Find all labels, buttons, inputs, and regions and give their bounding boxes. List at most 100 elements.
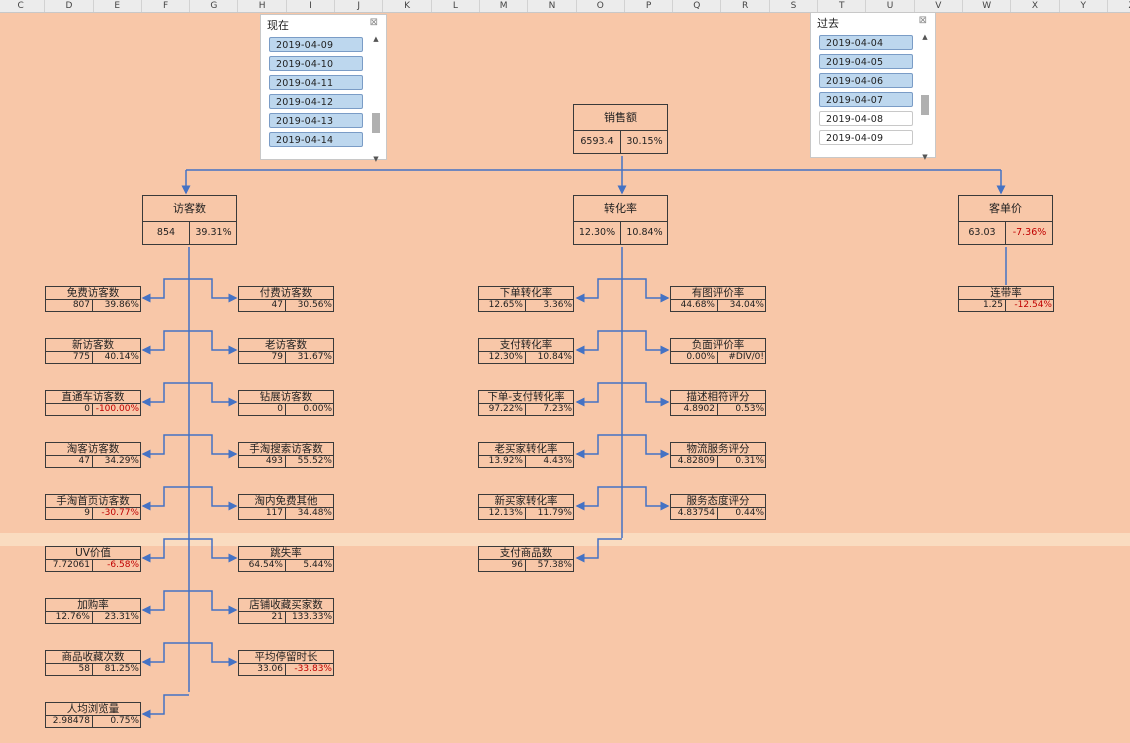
metric-value: 7.72061 [46, 560, 93, 571]
metric-box: 付费访客数 47 30.56% [238, 286, 334, 312]
slicer-now-item[interactable]: 2019-04-11 [269, 75, 363, 90]
metric-title: 服务态度评分 [671, 495, 765, 508]
metric-title: 有图评价率 [671, 287, 765, 300]
metric-box: 新访客数 775 40.14% [45, 338, 141, 364]
metric-box: 支付转化率 12.30% 10.84% [478, 338, 574, 364]
slicer-now-item[interactable]: 2019-04-09 [269, 37, 363, 52]
kpi-conversion: 转化率 12.30% 10.84% [573, 195, 668, 245]
scroll-thumb[interactable] [372, 113, 380, 133]
metric-change: 0.31% [735, 456, 764, 466]
slicer-now-scrollbar[interactable]: ▲ ▼ [370, 35, 382, 169]
metric-change: 10.84% [537, 352, 572, 362]
slicer-now-item[interactable]: 2019-04-12 [269, 94, 363, 109]
metric-change: -30.77% [101, 508, 139, 518]
slicer-now-item[interactable]: 2019-04-13 [269, 113, 363, 128]
kpi-value: 6593.4 [574, 131, 621, 153]
metric-title: 平均停留时长 [239, 651, 333, 664]
metric-value: 33.06 [239, 664, 286, 675]
kpi-value: 63.03 [959, 222, 1006, 244]
metric-box: 下单-支付转化率 97.22% 7.23% [478, 390, 574, 416]
metric-box: 负面评价率 0.00% #DIV/0! [670, 338, 766, 364]
metric-title: 人均浏览量 [46, 703, 140, 716]
metric-value: 97.22% [479, 404, 526, 415]
metric-change: 0.00% [303, 404, 332, 414]
metric-box: 物流服务评分 4.82809 0.31% [670, 442, 766, 468]
metric-value: 807 [46, 300, 93, 311]
slicer-now[interactable]: 现在 ⊠ 2019-04-09 2019-04-10 2019-04-11 20… [260, 14, 387, 163]
slicer-past-item[interactable]: 2019-04-07 [819, 92, 913, 107]
metric-title: 下单转化率 [479, 287, 573, 300]
metric-box: 钻展访客数 0 0.00% [238, 390, 334, 416]
metric-box: 免费访客数 807 39.86% [45, 286, 141, 312]
scroll-down-icon[interactable]: ▼ [370, 155, 382, 163]
metric-change: 3.36% [543, 300, 572, 310]
metric-title: 免费访客数 [46, 287, 140, 300]
metric-value: 1.25 [959, 300, 1006, 311]
metric-title: 下单-支付转化率 [479, 391, 573, 404]
metric-box: 描述相符评分 4.8902 0.53% [670, 390, 766, 416]
metric-box: 老买家转化率 13.92% 4.43% [478, 442, 574, 468]
metric-change: -12.54% [1014, 300, 1052, 310]
slicer-now-item[interactable]: 2019-04-14 [269, 132, 363, 147]
metric-change: 133.33% [291, 612, 332, 622]
kpi-change: -7.36% [1012, 227, 1047, 238]
slicer-now-item[interactable]: 2019-04-10 [269, 56, 363, 71]
scroll-up-icon[interactable]: ▲ [370, 35, 382, 43]
scroll-up-icon[interactable]: ▲ [919, 33, 931, 41]
metric-title: 跳失率 [239, 547, 333, 560]
metric-title: 物流服务评分 [671, 443, 765, 456]
metric-box: 手淘首页访客数 9 -30.77% [45, 494, 141, 520]
metric-box: 有图评价率 44.68% 34.04% [670, 286, 766, 312]
scroll-thumb[interactable] [921, 95, 929, 115]
metric-title: 老访客数 [239, 339, 333, 352]
metric-title: 支付转化率 [479, 339, 573, 352]
metric-title: 负面评价率 [671, 339, 765, 352]
metric-value: 493 [239, 456, 286, 467]
slicer-past-item[interactable]: 2019-04-08 [819, 111, 913, 126]
metric-value: 58 [46, 664, 93, 675]
metric-box: 平均停留时长 33.06 -33.83% [238, 650, 334, 676]
slicer-past-title: 过去 [817, 17, 839, 30]
metric-change: 39.86% [104, 300, 139, 310]
clear-filter-icon[interactable]: ⊠ [370, 17, 378, 28]
metric-title: 店铺收藏买家数 [239, 599, 333, 612]
slicer-past-item[interactable]: 2019-04-04 [819, 35, 913, 50]
metric-box: 商品收藏次数 58 81.25% [45, 650, 141, 676]
slicer-past[interactable]: 过去 ⊠ 2019-04-04 2019-04-05 2019-04-06 20… [810, 12, 936, 161]
slicer-past-item[interactable]: 2019-04-05 [819, 54, 913, 69]
slicer-past-scrollbar[interactable]: ▲ ▼ [919, 33, 931, 167]
metric-box: 加购率 12.76% 23.31% [45, 598, 141, 624]
metric-box: 直通车访客数 0 -100.00% [45, 390, 141, 416]
metric-value: 79 [239, 352, 286, 363]
metric-value: 64.54% [239, 560, 286, 571]
metric-box: 手淘搜索访客数 493 55.52% [238, 442, 334, 468]
metric-box: 老访客数 79 31.67% [238, 338, 334, 364]
metric-value: 44.68% [671, 300, 718, 311]
slicer-past-item[interactable]: 2019-04-09 [819, 130, 913, 145]
metric-value: 0 [46, 404, 93, 415]
metric-value: 4.83754 [671, 508, 718, 519]
metric-value: 4.8902 [671, 404, 718, 415]
metric-value: 0 [239, 404, 286, 415]
metric-box: 淘客访客数 47 34.29% [45, 442, 141, 468]
metric-change: 0.75% [110, 716, 139, 726]
scroll-down-icon[interactable]: ▼ [919, 153, 931, 161]
kpi-change: 30.15% [626, 136, 663, 147]
metric-change: 57.38% [537, 560, 572, 570]
metric-change: -33.83% [294, 664, 332, 674]
metric-box: 连带率 1.25 -12.54% [958, 286, 1054, 312]
kpi-title: 转化率 [574, 196, 667, 222]
metric-title: 直通车访客数 [46, 391, 140, 404]
metric-change: 34.29% [104, 456, 139, 466]
metric-title: 老买家转化率 [479, 443, 573, 456]
connector-lines [141, 156, 1007, 719]
kpi-visitors: 访客数 854 39.31% [142, 195, 237, 245]
metric-title: 钻展访客数 [239, 391, 333, 404]
metric-title: 付费访客数 [239, 287, 333, 300]
slicer-past-item[interactable]: 2019-04-06 [819, 73, 913, 88]
clear-filter-icon[interactable]: ⊠ [919, 15, 927, 26]
kpi-sales: 销售额 6593.4 30.15% [573, 104, 668, 154]
metric-value: 775 [46, 352, 93, 363]
metric-change: 7.23% [543, 404, 572, 414]
kpi-change: 10.84% [626, 227, 663, 238]
